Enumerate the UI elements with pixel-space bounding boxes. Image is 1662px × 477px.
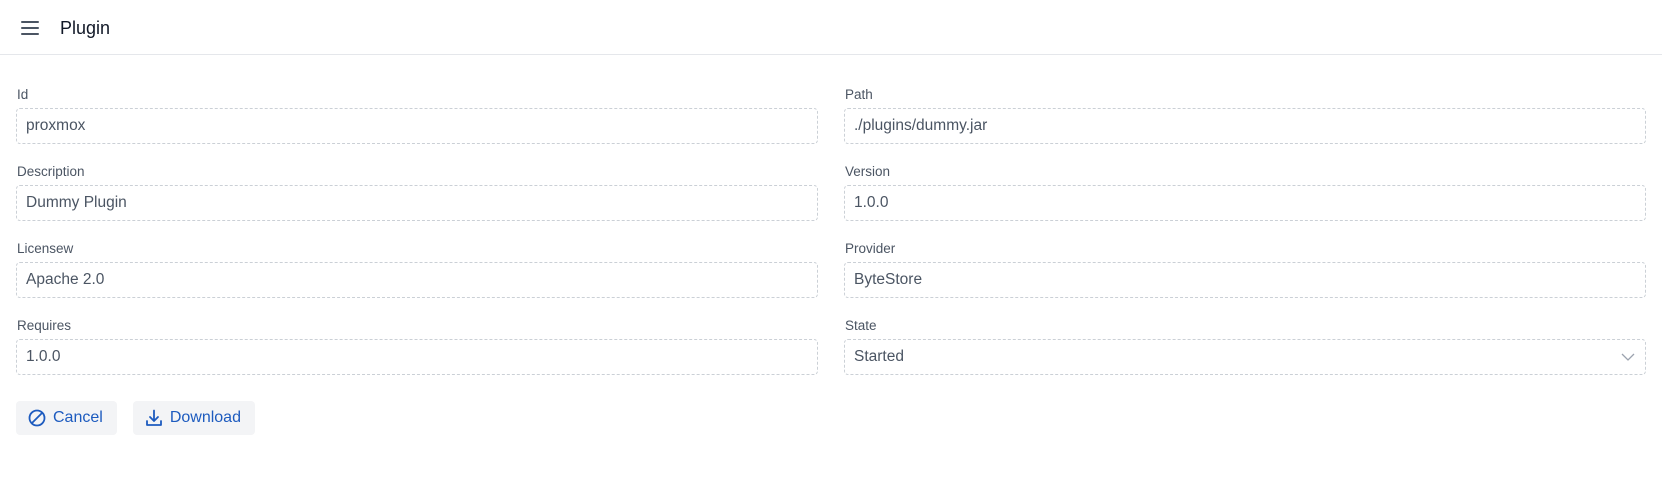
license-input[interactable] — [16, 262, 818, 298]
provider-field: Provider — [844, 240, 1646, 317]
version-label: Version — [845, 164, 891, 179]
state-selected-value: Started — [854, 348, 904, 365]
top-bar: Plugin — [0, 0, 1662, 55]
version-field: Version — [844, 163, 1646, 240]
id-field: Id — [16, 86, 818, 163]
download-button[interactable]: Download — [132, 401, 255, 435]
path-input[interactable] — [844, 108, 1646, 144]
form-actions: Cancel Download — [16, 401, 255, 435]
path-label: Path — [845, 87, 873, 102]
id-label: Id — [17, 87, 29, 102]
plugin-form: Id Path Description Version Licensew Pro… — [16, 86, 1646, 394]
description-field: Description — [16, 163, 818, 240]
page-title: Plugin — [60, 18, 111, 38]
state-label: State — [845, 318, 877, 333]
version-input[interactable] — [844, 185, 1646, 221]
state-field: State Started — [844, 317, 1646, 394]
provider-input[interactable] — [844, 262, 1646, 298]
requires-label: Requires — [17, 318, 72, 333]
id-input[interactable] — [16, 108, 818, 144]
path-field: Path — [844, 86, 1646, 163]
ban-icon — [28, 409, 46, 427]
hamburger-menu-icon[interactable] — [18, 16, 42, 40]
requires-field: Requires — [16, 317, 818, 394]
provider-label: Provider — [845, 241, 896, 256]
description-label: Description — [17, 164, 85, 179]
state-select[interactable]: Started — [844, 339, 1646, 375]
cancel-button[interactable]: Cancel — [16, 401, 117, 435]
cancel-button-label: Cancel — [53, 409, 103, 426]
license-field: Licensew — [16, 240, 818, 317]
download-button-label: Download — [169, 409, 241, 426]
download-icon — [145, 409, 163, 427]
description-input[interactable] — [16, 185, 818, 221]
requires-input[interactable] — [16, 339, 818, 375]
license-label: Licensew — [17, 241, 74, 256]
chevron-down-icon — [1620, 349, 1636, 365]
